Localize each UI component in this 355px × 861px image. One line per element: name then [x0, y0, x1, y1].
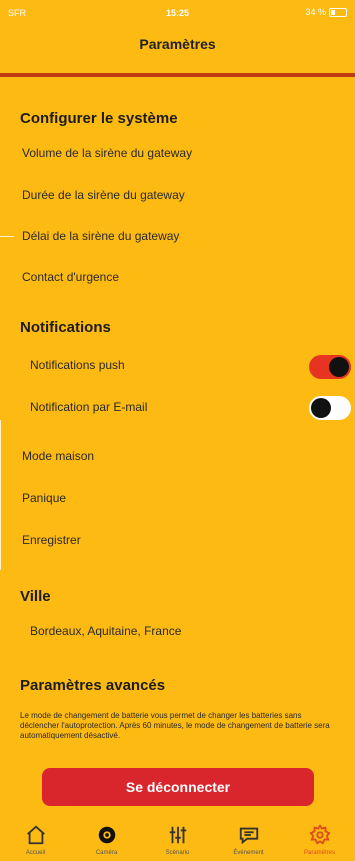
tab-scenario[interactable]: Scénario [142, 818, 213, 861]
item-siren-duration[interactable]: Durée de la sirène du gateway [22, 188, 185, 202]
tab-label: Scénario [165, 850, 190, 856]
gear-icon [308, 824, 331, 845]
item-emergency-contact[interactable]: Contact d'urgence [22, 270, 119, 284]
toggle-knob [329, 357, 349, 377]
battery-percent: 34 % [305, 7, 326, 17]
tab-home[interactable]: Accueil [0, 818, 71, 861]
logout-button[interactable]: Se déconnecter [42, 768, 314, 806]
camera-icon [98, 826, 115, 844]
section-title-notifications: Notifications [20, 319, 111, 336]
item-record[interactable]: Enregistrer [22, 533, 81, 547]
item-home-mode[interactable]: Mode maison [22, 449, 94, 463]
push-notifications-label: Notifications push [30, 358, 125, 372]
toggle-knob [311, 398, 331, 418]
email-notifications-label: Notification par E-mail [30, 400, 148, 414]
push-notifications-toggle[interactable] [309, 355, 351, 379]
section-title-system: Configurer le système [20, 110, 178, 127]
tab-label: Accueil [25, 850, 46, 856]
tab-settings[interactable]: Paramètres [284, 818, 355, 861]
tab-label: Caméra [95, 850, 118, 856]
tab-label: Paramètres [303, 850, 335, 856]
header-divider [0, 73, 355, 77]
battery-mode-note: Le mode de changement de batterie vous p… [20, 711, 330, 740]
message-icon [239, 827, 258, 845]
item-siren-delay[interactable]: Délai de la sirène du gateway [22, 229, 179, 243]
status-time: 15:25 [165, 8, 190, 18]
connector-line [0, 420, 1, 570]
section-title-advanced: Paramètres avancés [20, 677, 166, 694]
battery-indicator: 34 % [305, 7, 347, 17]
item-siren-volume[interactable]: Volume de la sirène du gateway [22, 146, 192, 160]
section-title-city: Ville [20, 588, 51, 605]
email-notifications-toggle[interactable] [309, 396, 351, 420]
tab-camera[interactable]: Caméra [71, 818, 142, 861]
item-panic[interactable]: Panique [22, 491, 66, 505]
tab-event[interactable]: Événement [213, 818, 284, 861]
city-value[interactable]: Bordeaux, Aquitaine, France [30, 624, 181, 638]
home-icon [26, 825, 45, 845]
tab-label: Événement [233, 850, 264, 856]
connector-line [0, 236, 14, 237]
battery-icon [329, 7, 347, 17]
tab-bar: Accueil Caméra Scénario Événement Paramè… [0, 818, 355, 861]
sliders-icon [169, 826, 186, 844]
page-title: Paramètres [139, 36, 216, 52]
status-bar: SFR 15:25 34 % [0, 0, 355, 26]
